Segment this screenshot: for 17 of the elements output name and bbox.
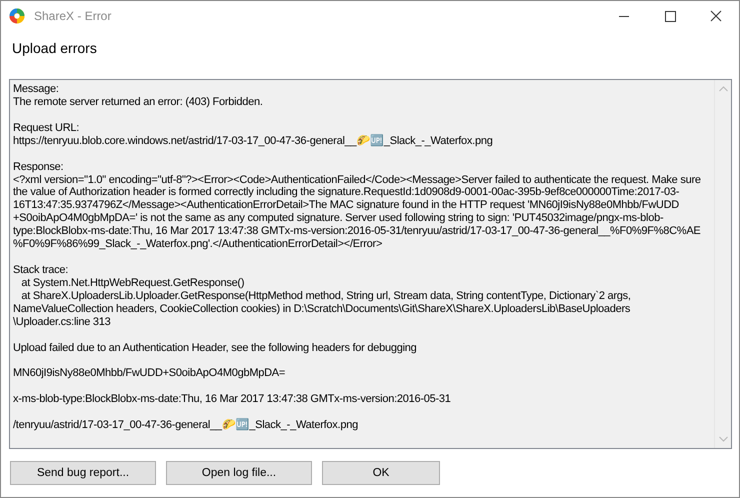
ok-button[interactable]: OK <box>322 461 440 485</box>
window-title: ShareX - Error <box>34 9 112 23</box>
scroll-down-icon[interactable] <box>718 436 728 442</box>
error-paragraph: Request URL: https://tenryuu.blob.core.windows.net/astrid/17-03-17_00-47-36-general__🌮🆙_Slack_-_Waterfox.png <box>13 122 494 148</box>
app-logo-icon <box>9 8 25 24</box>
error-paragraph: Upload failed due to an Authentication Header, see the following headers for debugging <box>13 342 418 354</box>
scroll-up-icon[interactable] <box>718 86 728 92</box>
error-paragraph: Response: <?xml version="1.0" encoding="utf-8"?><Error><Code>AuthenticationFailed</Code><Message>Server failed to authenticate the request. Make sure the value of Authorization header is formed correctly including the signature.RequestId:1d0908d9-0001-00ac-395b-9ef8ce000000Time:2017-03- 16T13:47:35.9374796Z</Message><AuthenticationErrorDetail>The MAC signature found in the HTTP request 'MN60jI9isNy88e0Mhbb/FwUDD +S0oibApO4M0gbMpDA=' is not the same as any computed signature. Server used following string to sign: 'PUT45032image/pngx-ms-blob- type:BlockBlobx-ms-date:Thu, 16 Mar 2017 13:47:38 GMTx-ms-version:2016-05-31/tenryuu/astrid/17-03-17_00-47-36-general__%F0%9F%8C%AE %F0%9F%86%99_Slack_-_Waterfox.png'.</AuthenticationErrorDetail></Error> <box>13 160 702 251</box>
error-paragraph: MN60jI9isNy88e0Mhbb/FwUDD+S0oibApO4M0gbMpDA= <box>13 367 286 380</box>
scrollbar[interactable] <box>714 80 731 448</box>
bug-report-button[interactable]: Send bug report... <box>10 461 156 485</box>
dialog-heading: Upload errors <box>12 40 98 58</box>
error-paragraph: /tenryuu/astrid/17-03-17_00-47-36-general__🌮🆙_Slack_-_Waterfox.png <box>13 419 359 432</box>
error-paragraph: x-ms-blob-type:BlockBlobx-ms-date:Thu, 16 Mar 2017 13:47:38 GMTx-ms-version:2016-05-31 <box>13 393 452 406</box>
error-paragraph: Message: The remote server returned an error: (403) Forbidden. <box>13 83 264 109</box>
open-log-button[interactable]: Open log file... <box>166 461 312 485</box>
error-paragraph: Stack trace: at System.Net.HttpWebRequest.GetResponse() at ShareX.UploadersLib.Uploader.GetResponse(HttpMethod method, String url, Stream data, String contentType, Dictionary`2 args, NameValueCollection headers, CookieCollection cookies) in D:\Scratch\Documents\Git\ShareX\ShareX.UploadersLib\BaseUploaders \Uploader.cs:line 313 <box>13 264 632 328</box>
